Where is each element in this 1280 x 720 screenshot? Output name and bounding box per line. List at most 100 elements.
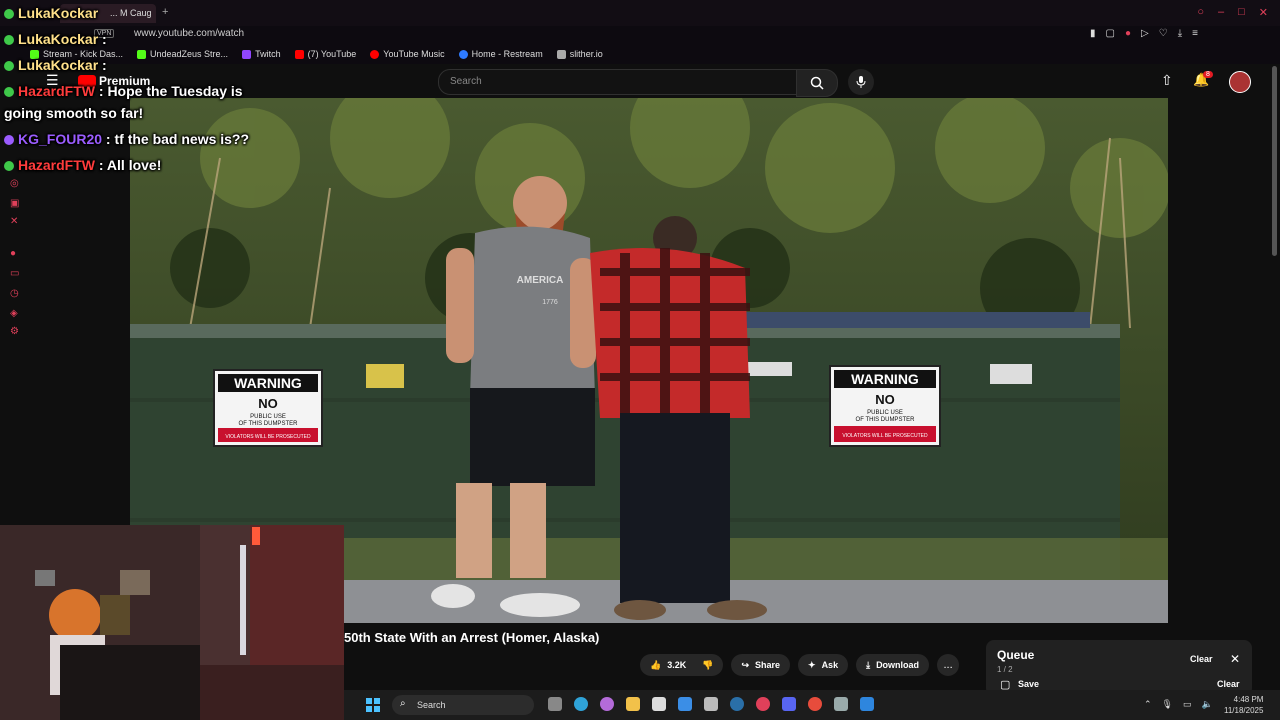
system-tray: ⌃ 🎙 ▭ 🔈 [1144, 699, 1213, 710]
edge-icon[interactable] [574, 697, 588, 711]
thumbs-up-icon[interactable]: 👍 [650, 660, 661, 671]
check-icon [4, 87, 14, 98]
scrollbar[interactable] [1272, 66, 1277, 256]
chat-message: LukaKockar : [4, 31, 107, 47]
like-dislike-button[interactable]: 👍 3.2K 👎 [640, 654, 724, 676]
download-icon[interactable]: ⤓ [1178, 28, 1182, 39]
restream-icon [458, 49, 468, 59]
x-icon[interactable]: ✕ [10, 216, 20, 227]
close-icon[interactable]: ✕ [1230, 652, 1240, 666]
maximize-button[interactable]: □ [1238, 6, 1245, 19]
webcam-overlay [0, 525, 344, 720]
minimize-button[interactable]: – [1218, 6, 1224, 19]
window-icon[interactable]: ▭ [10, 268, 20, 279]
extension-icons: ▮ ▢ ● ▷ ♡ ⤓ ≡ [1090, 28, 1198, 39]
speaker-icon[interactable]: 🔈 [1202, 699, 1213, 710]
video-actions: 👍 3.2K 👎 ↪ Share ✦ Ask ⤓ Download ... [640, 654, 960, 676]
svg-text:OF THIS DUMPSTER: OF THIS DUMPSTER [856, 417, 916, 423]
like-count: 3.2K [667, 660, 687, 670]
new-tab-button[interactable]: + [162, 6, 168, 18]
chevron-up-icon[interactable]: ⌃ [1144, 699, 1152, 710]
search-button[interactable] [796, 69, 838, 97]
check-icon [4, 161, 14, 172]
heart-icon[interactable]: ♡ [1159, 28, 1168, 39]
queue-save-button[interactable]: Save [1018, 679, 1039, 689]
taskbar-search[interactable]: ⌕ Search [392, 695, 534, 715]
webcam-feed [0, 525, 344, 720]
download-icon: ⤓ [866, 659, 871, 670]
address-bar[interactable]: VPN www.youtube.com/watch ▮ ▢ ● ▷ ♡ ⤓ ≡ [0, 26, 1280, 44]
play-icon[interactable]: ▷ [1141, 28, 1149, 39]
chat-message: LukaKockar [4, 5, 98, 21]
share-icon: ↪ [741, 659, 749, 670]
app-icon[interactable] [860, 697, 874, 711]
history-icon[interactable]: ◷ [10, 288, 20, 299]
more-actions-button[interactable]: ... [937, 654, 960, 676]
twitch-icon [242, 49, 252, 59]
settings-icon[interactable]: ◎ [10, 178, 20, 189]
microphone-icon[interactable]: 🎙 [1162, 699, 1173, 710]
settings-icon[interactable] [834, 697, 848, 711]
kick-icon [137, 49, 147, 59]
check-icon [4, 35, 14, 46]
youtube-music-icon [370, 49, 380, 59]
search-icon: ⌕ [400, 698, 406, 709]
svg-text:VIOLATORS WILL BE PROSECUTED: VIOLATORS WILL BE PROSECUTED [225, 434, 311, 440]
mic-icon [856, 76, 866, 88]
avatar[interactable] [1229, 71, 1251, 93]
download-button[interactable]: ⤓ Download [856, 654, 930, 676]
steam-icon[interactable] [730, 697, 744, 711]
store-icon[interactable] [652, 697, 666, 711]
discord-icon[interactable] [782, 697, 796, 711]
mail-icon[interactable] [678, 697, 692, 711]
thumbs-down-icon[interactable]: 👎 [702, 660, 713, 671]
badge-icon [4, 135, 14, 146]
bookmark-item[interactable]: Home - Restream [458, 46, 543, 62]
bookmark-item[interactable]: Twitch [242, 46, 281, 62]
browser-chrome: ... M Caug + ○ – □ ✕ VPN www.youtube.com… [0, 0, 1280, 64]
chrome-icon[interactable] [808, 697, 822, 711]
copilot-icon[interactable] [600, 697, 614, 711]
queue-clear-secondary[interactable]: Clear [1217, 679, 1240, 689]
warning-sign: WARNING NO PUBLIC USE OF THIS DUMPSTER V… [213, 369, 323, 447]
bookmark-item[interactable]: slither.io [556, 46, 603, 62]
tab-strip: ... M Caug + ○ – □ ✕ [0, 0, 1280, 26]
svg-text:1776: 1776 [542, 299, 558, 306]
svg-text:PUBLIC USE: PUBLIC USE [250, 414, 286, 420]
svg-text:NO: NO [875, 392, 895, 407]
close-window-button[interactable]: ✕ [1259, 6, 1268, 19]
opera-gx-icon[interactable] [756, 697, 770, 711]
twitch-icon[interactable]: ▣ [10, 198, 20, 209]
menu-icon[interactable]: ≡ [1192, 28, 1198, 39]
xbox-icon[interactable] [704, 697, 718, 711]
search-input[interactable]: Search [438, 69, 798, 95]
upload-icon[interactable]: ⇧ [1161, 72, 1173, 89]
warning-sign: WARNING NO PUBLIC USE OF THIS DUMPSTER V… [829, 365, 941, 447]
shield-icon[interactable]: ● [1125, 28, 1131, 39]
notification-count: 8 [1203, 71, 1213, 78]
tabs-icon[interactable]: ◈ [10, 308, 20, 319]
bookmark-item[interactable]: YouTube Music [370, 46, 445, 62]
search-placeholder: Search [450, 76, 482, 87]
ask-button[interactable]: ✦ Ask [798, 654, 849, 676]
bookmark-icon[interactable]: ▮ [1090, 28, 1096, 39]
queue-clear-button[interactable]: Clear [1190, 654, 1213, 664]
bookmarks-bar: Stream - Kick Das... UndeadZeus Stre... … [30, 46, 603, 62]
bookmark-item[interactable]: (7) YouTube [294, 46, 356, 62]
svg-text:OF THIS DUMPSTER: OF THIS DUMPSTER [239, 421, 299, 427]
search-tabs-icon[interactable]: ○ [1197, 6, 1204, 19]
file-explorer-icon[interactable] [626, 697, 640, 711]
share-button[interactable]: ↪ Share [731, 654, 791, 676]
system-clock[interactable]: 4:48 PM 11/18/2025 [1224, 694, 1263, 716]
url-text[interactable]: www.youtube.com/watch [134, 28, 244, 39]
chat-message: LukaKockar : [4, 57, 107, 73]
voice-search-button[interactable] [848, 69, 874, 95]
music-icon[interactable]: ● [10, 248, 20, 259]
bookmark-item[interactable]: UndeadZeus Stre... [137, 46, 228, 62]
network-icon[interactable]: ▭ [1183, 699, 1192, 710]
chat-message-continued: going smooth so far! [4, 105, 144, 121]
windows-start-icon[interactable] [366, 698, 380, 712]
gear-icon[interactable]: ⚙ [10, 326, 20, 337]
snapshot-icon[interactable]: ▢ [1106, 28, 1115, 39]
task-view-icon[interactable] [548, 697, 562, 711]
